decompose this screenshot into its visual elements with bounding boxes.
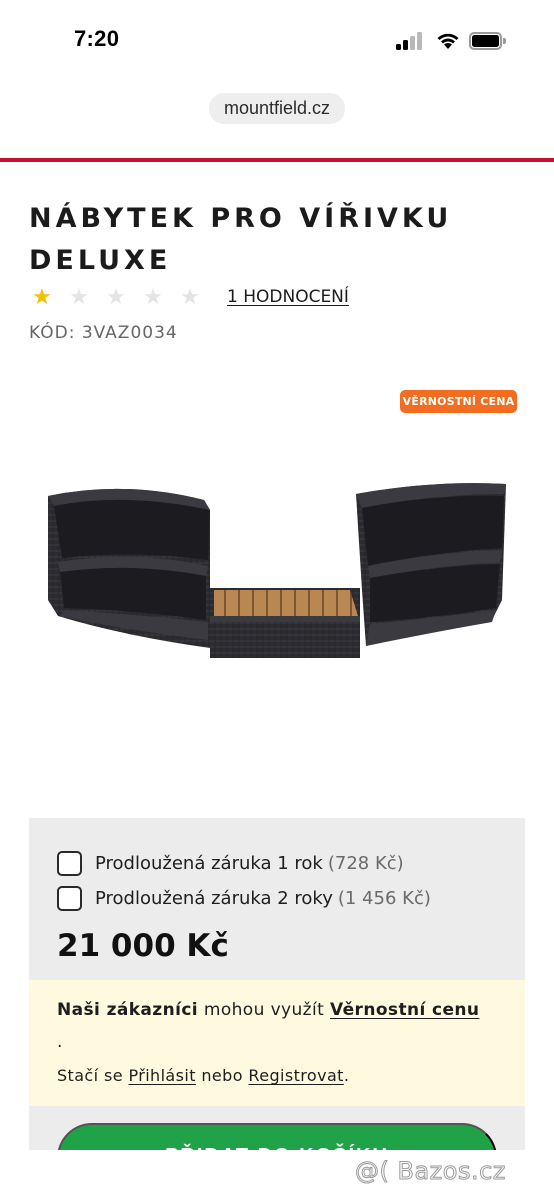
warranty-1-checkbox[interactable] xyxy=(57,850,82,876)
warranty-option-2[interactable]: Prodloužená záruka 2 roky (1 456 Kč) xyxy=(57,885,431,911)
star-empty-icon: ★ xyxy=(69,285,89,310)
url-bar[interactable]: mountfield.cz xyxy=(209,93,345,124)
bazos-watermark: @( Bazos.cz xyxy=(355,1157,506,1186)
warranty-2-checkbox[interactable] xyxy=(57,885,82,911)
loyalty-price-badge: VĚRNOSTNÍ CENA xyxy=(400,390,517,413)
status-time: 7:20 xyxy=(74,26,120,51)
product-price: 21 000 Kč xyxy=(57,928,229,964)
loyalty-info: Naši zákazníci mohou využít Věrnostní ce… xyxy=(29,980,525,1106)
loyalty-text: mohou využít xyxy=(203,1000,325,1020)
star-rating[interactable]: ★ ★ ★ ★ ★ xyxy=(31,284,216,312)
wifi-icon xyxy=(437,33,459,49)
purchase-box: Prodloužená záruka 1 rok (728 Kč) Prodlo… xyxy=(29,818,525,980)
loyalty-customers-text: Naši zákazníci xyxy=(57,1000,199,1020)
star-empty-icon: ★ xyxy=(106,285,126,310)
cellular-signal-icon xyxy=(396,32,424,50)
warranty-option-1[interactable]: Prodloužená záruka 1 rok (728 Kč) xyxy=(57,850,404,876)
warranty-1-label: Prodloužená záruka 1 rok xyxy=(95,852,323,874)
loyalty-period: . xyxy=(57,1032,63,1052)
loyalty-or: nebo xyxy=(201,1066,243,1085)
loyalty-suffix: . xyxy=(343,1066,350,1085)
status-bar: 7:20 xyxy=(0,0,554,82)
reviews-link[interactable]: 1 HODNOCENÍ xyxy=(227,287,349,307)
product-code: KÓD: 3VAZ0034 xyxy=(29,323,178,343)
login-link[interactable]: Přihlásit xyxy=(128,1066,195,1085)
header-accent-line xyxy=(0,158,554,162)
warranty-2-label: Prodloužená záruka 2 roky xyxy=(95,887,333,909)
warranty-1-price: (728 Kč) xyxy=(327,852,404,874)
loyalty-prefix: Stačí se xyxy=(57,1066,123,1085)
star-filled-icon: ★ xyxy=(32,285,52,310)
product-image[interactable] xyxy=(44,470,510,670)
star-empty-icon: ★ xyxy=(143,285,163,310)
product-title: NÁBYTEK PRO VÍŘIVKU DELUXE xyxy=(29,203,453,276)
warranty-2-price: (1 456 Kč) xyxy=(337,887,431,909)
star-empty-icon: ★ xyxy=(180,285,200,310)
loyalty-price-link[interactable]: Věrnostní cenu xyxy=(330,1000,479,1020)
cart-area: PŘIDAT DO KOŠÍKU xyxy=(29,1106,525,1150)
add-to-cart-button[interactable]: PŘIDAT DO KOŠÍKU xyxy=(57,1123,497,1150)
battery-icon xyxy=(469,32,507,50)
register-link[interactable]: Registrovat xyxy=(248,1066,343,1085)
